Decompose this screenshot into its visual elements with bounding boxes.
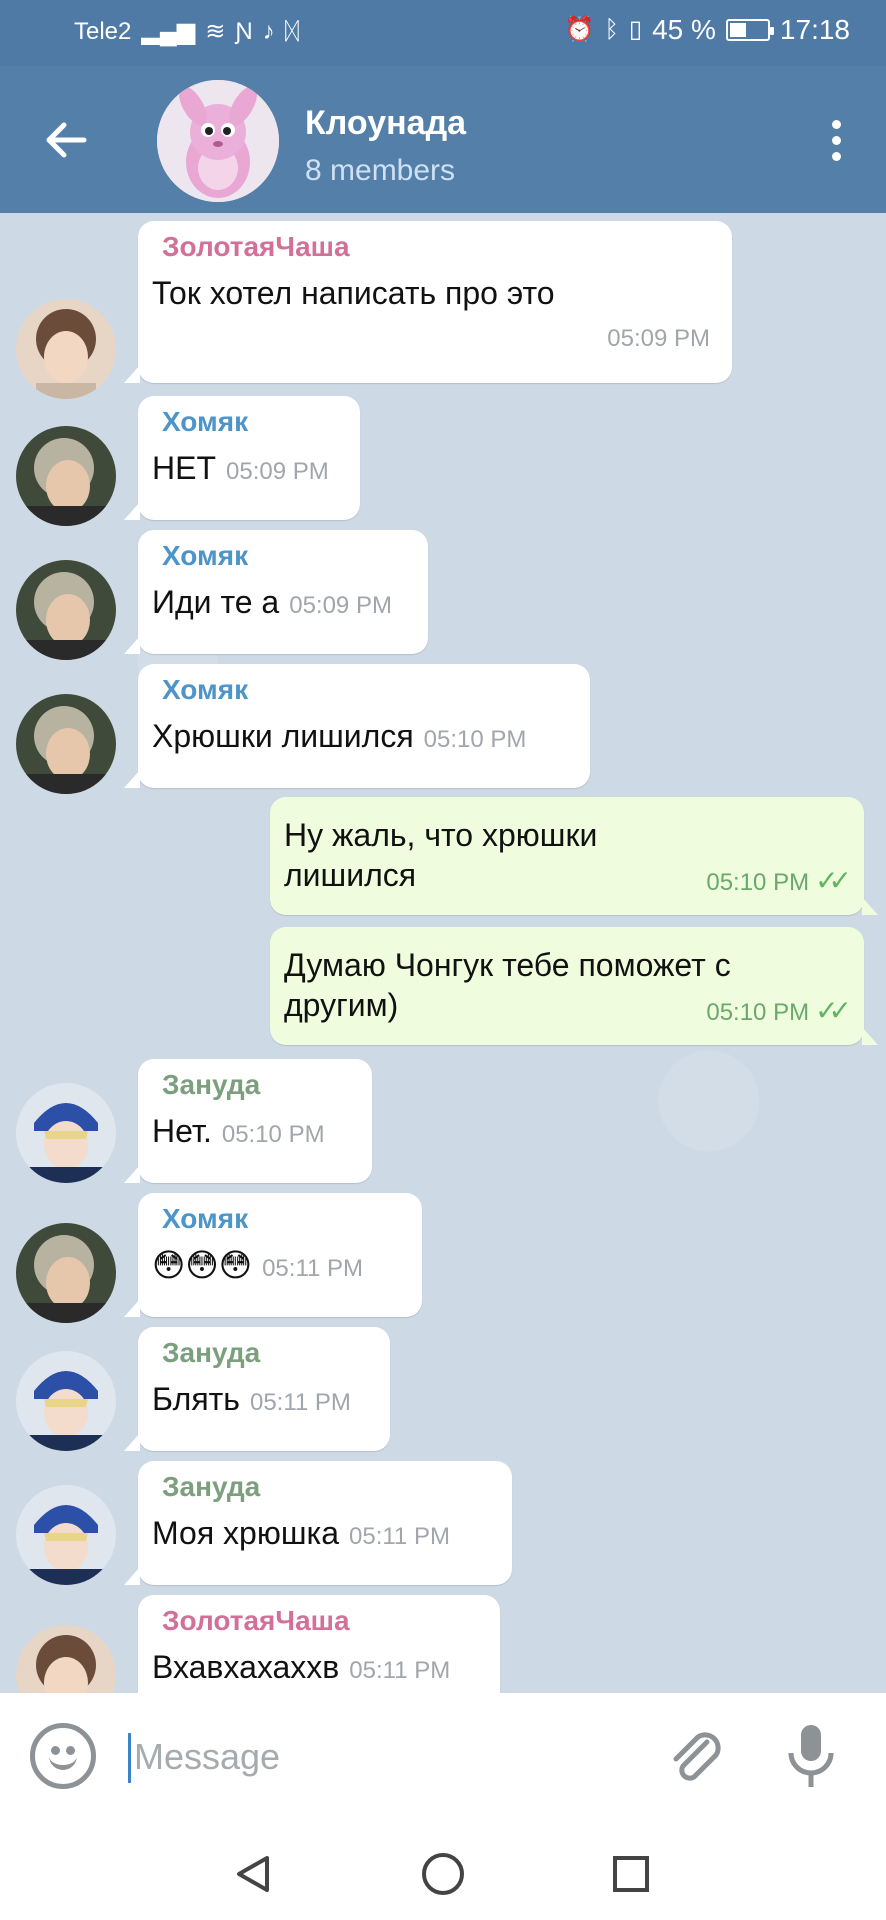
member-count: 8 members [305,154,456,187]
message-bubble-outgoing[interactable]: Ну жаль, что хрюшки лишился 05:10 PM ✓✓ [270,797,878,915]
message-bubble[interactable]: ЗолотаяЧаша Ток хотел написать про это 0… [124,221,732,383]
sender-name[interactable]: ЗолотаяЧаша [152,1605,478,1637]
message-bubble[interactable]: ЗолотаяЧаша Вхавхахаххв 05:11 PM [138,1595,500,1693]
composer [0,1693,886,1821]
message-bubble[interactable]: Хомяк НЕТ 05:09 PM [124,396,360,520]
voice-record-button[interactable] [776,1717,846,1797]
double-check-icon: ✓✓ [815,995,852,1026]
avatar[interactable] [16,694,116,794]
message-bubble[interactable]: Зануда Моя хрюшка 05:11 PM [124,1461,512,1585]
carrier-label: Tele2 [74,18,132,45]
message-bubble-outgoing[interactable]: Думаю Чонгук тебе поможет с другим) 05:1… [270,927,878,1045]
message-text: Блять [152,1381,240,1417]
message-time: 05:09 PM [226,458,329,485]
back-button[interactable] [36,110,96,170]
sender-name[interactable]: Хомяк [152,406,338,438]
avatar[interactable] [16,1485,116,1585]
battery-icon [725,19,774,41]
double-check-icon: ✓✓ [815,865,852,896]
more-vert-icon [831,119,841,129]
message-text: Ток хотел написать про это [152,275,555,311]
avatar[interactable] [16,1351,116,1451]
message-text: Нет. [152,1113,212,1149]
avatar[interactable] [16,426,116,526]
system-navigation-bar [0,1821,886,1920]
message-text: Ну жаль, что хрюшки лишился [284,817,598,893]
nav-home-button[interactable] [418,1849,468,1899]
nav-recents-button[interactable] [606,1849,656,1899]
message-time: 05:11 PM [262,1255,364,1282]
square-recents-icon [613,1856,649,1892]
sender-name[interactable]: Зануда [152,1069,350,1101]
message-list[interactable]: ЗолотаяЧаша Ток хотел написать про это 0… [0,213,886,1693]
message-input[interactable] [134,1727,634,1787]
chat-header: Клоунада 8 members [0,66,886,213]
message-bubble[interactable]: Зануда Блять 05:11 PM [124,1327,390,1451]
message-bubble[interactable]: Хомяк 😳😳😳 05:11 PM [124,1193,422,1317]
bluetooth-icon: ᛒ [604,16,619,43]
avatar[interactable] [16,1223,116,1323]
nfc-icon: Ɲ [235,18,253,45]
message-bubble[interactable]: Хомяк Хрюшки лишился 05:10 PM [124,664,590,788]
sender-name[interactable]: Хомяк [152,674,568,706]
message-bubble[interactable]: Зануда Нет. 05:10 PM [124,1059,372,1183]
message-time: 05:10 PM [706,999,810,1026]
sender-name[interactable]: Зануда [152,1471,490,1503]
vibrate-icon: ▯ [628,16,643,43]
message-time: 05:09 PM [607,325,710,352]
smiley-icon [49,1756,77,1770]
circle-home-icon [422,1853,464,1895]
app-notification-icon: ᛞ [284,18,300,45]
message-text: НЕТ [152,450,216,486]
message-text: Хрюшки лишился [152,718,414,754]
signal-icon: ▂▄▆ [141,18,196,45]
message-bubble[interactable]: Хомяк Иди те а 05:09 PM [124,530,428,654]
message-time: 05:10 PM [706,869,810,896]
sender-name[interactable]: Хомяк [152,540,406,572]
message-text: 😳😳😳 [152,1247,253,1283]
emoji-button[interactable] [30,1723,96,1789]
battery-percent: 45 % [652,14,716,45]
nav-back-button[interactable] [228,1849,278,1899]
message-time: 05:11 PM [349,1523,450,1550]
tiktok-icon: ♪ [262,18,275,45]
clock: 17:18 [779,14,850,45]
more-options-button[interactable] [816,110,856,170]
message-text: Вхавхахаххв [152,1649,340,1685]
paperclip-icon [673,1732,721,1781]
message-text: Иди те а [152,584,280,620]
message-time: 05:11 PM [249,1389,351,1416]
message-time: 05:10 PM [221,1121,325,1148]
group-avatar[interactable] [157,80,279,202]
group-title[interactable]: Клоунада [305,104,466,143]
avatar[interactable] [16,1083,116,1183]
message-text: Моя хрюшка [152,1515,339,1551]
message-time: 05:10 PM [423,726,527,753]
wifi-icon: ≋ [205,18,226,45]
sender-name[interactable]: Хомяк [152,1203,400,1235]
alarm-icon: ⏰ [564,16,595,43]
status-bar: Tele2 ▂▄▆ ≋ Ɲ ♪ ᛞ ⏰ ᛒ ▯ 45 % 17:18 [0,0,886,66]
sender-name[interactable]: Зануда [152,1337,368,1369]
text-caret [128,1733,131,1783]
microphone-icon [788,1725,834,1787]
message-time: 05:11 PM [349,1657,451,1684]
message-time: 05:09 PM [289,592,392,619]
avatar[interactable] [16,299,116,399]
arrow-left-icon [46,122,87,158]
avatar[interactable] [16,1625,116,1693]
triangle-back-icon [237,1856,269,1892]
sender-name[interactable]: ЗолотаяЧаша [152,231,710,263]
attach-button[interactable] [660,1721,730,1791]
avatar[interactable] [16,560,116,660]
